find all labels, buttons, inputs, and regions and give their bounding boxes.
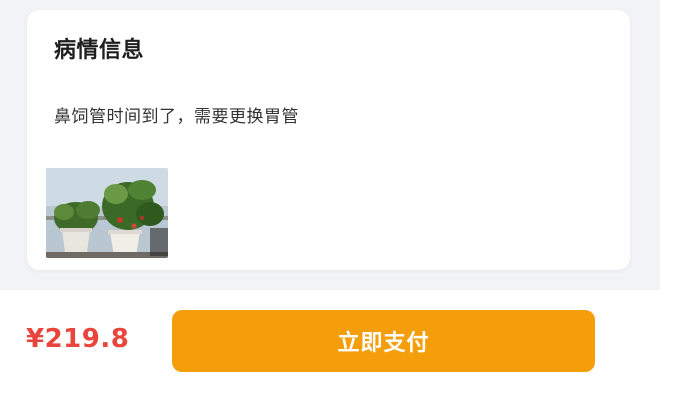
pay-now-button[interactable]: 立即支付 (172, 310, 595, 372)
potted-plants-photo-image (46, 168, 168, 258)
card-title: 病情信息 (54, 38, 145, 63)
condition-description: 鼻饲管时间到了，需要更换胃管 (54, 107, 299, 127)
payment-footer: ¥219.8 立即支付 (0, 290, 685, 410)
condition-info-card: 病情信息 鼻饲管时间到了，需要更换胃管 (27, 10, 630, 270)
total-price: ¥219.8 (26, 324, 130, 354)
attached-photo[interactable] (46, 168, 168, 258)
